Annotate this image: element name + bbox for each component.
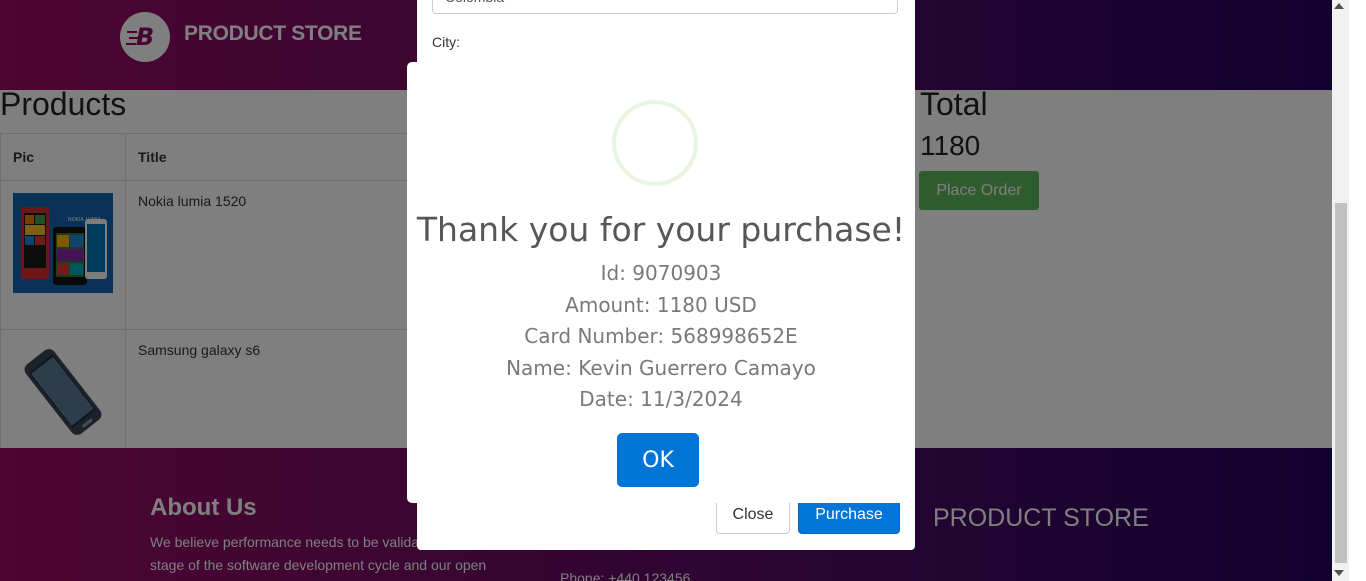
order-amount-text: Amount: 1180 USD [565,292,757,317]
card-number-text: Card Number: 568998652E [524,324,798,348]
order-date-text: Date: 11/3/2024 [579,387,743,411]
purchase-confirmation-dialog: Thank you for your purchase! Id: 9070903… [407,62,915,503]
success-check-icon [612,100,698,186]
city-label: City: [432,34,460,50]
page: B PRODUCT STORE Products Pic Title [0,0,1332,581]
order-id-text: Id: 9070903 [600,261,722,285]
customer-name-text: Name: Kevin Guerrero Camayo [506,355,816,380]
window-edge [1349,0,1366,581]
scroll-up-arrow-icon[interactable] [1334,3,1344,9]
ok-button[interactable]: OK [617,433,699,487]
country-field[interactable] [432,0,898,14]
dialog-title: Thank you for your purchase! [416,210,906,249]
dialog-details: Id: 9070903 Amount: 1180 USD Card Number… [407,258,915,416]
scrollbar-thumb[interactable] [1335,203,1347,563]
scroll-down-arrow-icon[interactable] [1334,570,1344,576]
